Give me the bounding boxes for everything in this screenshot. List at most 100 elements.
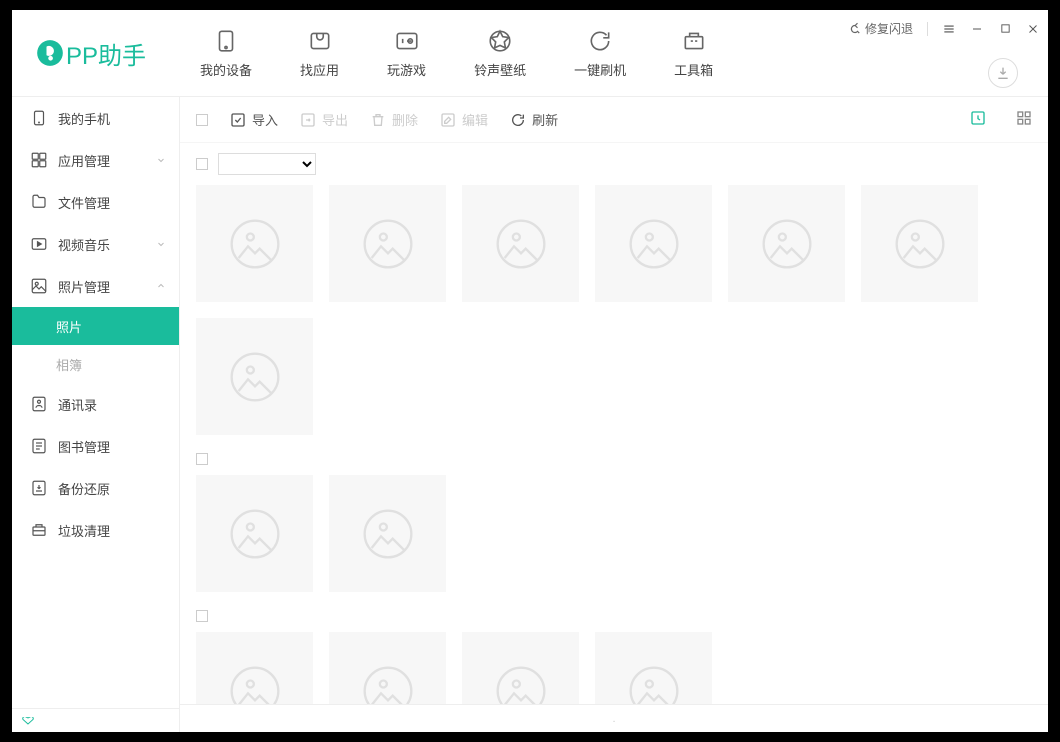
sidebar-icon <box>30 235 48 253</box>
sidebar-footer <box>12 708 179 732</box>
nav-tab-2[interactable]: 玩游戏 <box>387 28 426 79</box>
thumb-row-1 <box>196 475 1032 600</box>
delete-label: 删除 <box>392 110 418 129</box>
logo-text: PP助手 <box>66 36 146 71</box>
maximize-button[interactable] <box>998 22 1012 36</box>
nav-icon <box>487 28 513 54</box>
chevron-icon <box>155 238 167 250</box>
minimize-button[interactable] <box>970 22 984 36</box>
nav-tab-0[interactable]: 我的设备 <box>200 28 252 79</box>
sidebar-item-1[interactable]: 应用管理 <box>12 139 179 181</box>
group-checkbox[interactable] <box>196 158 208 170</box>
group-select[interactable] <box>218 153 316 175</box>
status-text: . <box>612 713 615 725</box>
nav-tab-4[interactable]: 一键刷机 <box>574 28 626 79</box>
photo-thumb[interactable] <box>595 632 712 704</box>
refresh-button[interactable]: 刷新 <box>510 110 558 129</box>
sidebar-sub-4-1[interactable]: 相簿 <box>12 345 179 383</box>
photo-thumb[interactable] <box>462 185 579 302</box>
nav-icon <box>681 28 707 54</box>
group-checkbox[interactable] <box>196 610 208 622</box>
sidebar-sub-4-0[interactable]: 照片 <box>12 307 179 345</box>
sidebar-label: 垃圾清理 <box>58 521 110 540</box>
nav-tab-3[interactable]: 铃声壁纸 <box>474 28 526 79</box>
image-placeholder-icon <box>360 506 416 562</box>
sidebar-item-6[interactable]: 图书管理 <box>12 425 179 467</box>
grid-icon <box>1016 110 1032 126</box>
sidebar-icon <box>30 395 48 413</box>
chevron-icon <box>155 280 167 292</box>
main-content: 导入 导出 删除 编辑 刷新 <box>180 97 1048 732</box>
view-grid-button[interactable] <box>1016 110 1032 129</box>
image-placeholder-icon <box>227 216 283 272</box>
refresh-label: 刷新 <box>532 110 558 129</box>
import-button[interactable]: 导入 <box>230 110 278 129</box>
chevron-icon <box>155 154 167 166</box>
image-placeholder-icon <box>626 663 682 705</box>
image-placeholder-icon <box>227 663 283 705</box>
view-time-button[interactable] <box>970 110 986 129</box>
export-button: 导出 <box>300 110 348 129</box>
select-all-checkbox[interactable] <box>196 114 208 126</box>
photo-content <box>180 143 1048 704</box>
export-icon <box>300 112 316 128</box>
image-placeholder-icon <box>892 216 948 272</box>
nav-icon <box>394 28 420 54</box>
export-label: 导出 <box>322 110 348 129</box>
repair-crash[interactable]: 修复闪退 <box>847 20 913 37</box>
sidebar-item-0[interactable]: 我的手机 <box>12 97 179 139</box>
sidebar-item-2[interactable]: 文件管理 <box>12 181 179 223</box>
sidebar-item-8[interactable]: 垃圾清理 <box>12 509 179 551</box>
sidebar-item-5[interactable]: 通讯录 <box>12 383 179 425</box>
nav-label: 我的设备 <box>200 60 252 79</box>
downloads-button[interactable] <box>988 58 1018 88</box>
sidebar-icon <box>30 437 48 455</box>
clock-icon <box>970 110 986 126</box>
group-checkbox[interactable] <box>196 453 208 465</box>
photo-thumb[interactable] <box>861 185 978 302</box>
image-placeholder-icon <box>626 216 682 272</box>
sidebar-icon <box>30 151 48 169</box>
app-logo: PP助手 <box>36 36 146 71</box>
group-header-2 <box>196 600 1032 632</box>
delete-icon <box>370 112 386 128</box>
titlebar-separator <box>927 22 928 36</box>
image-placeholder-icon <box>227 506 283 562</box>
sidebar-label: 文件管理 <box>58 193 110 212</box>
photo-thumb[interactable] <box>595 185 712 302</box>
sidebar-item-3[interactable]: 视频音乐 <box>12 223 179 265</box>
sidebar-sub-label: 相簿 <box>56 355 82 374</box>
image-placeholder-icon <box>360 216 416 272</box>
nav-tab-1[interactable]: 找应用 <box>300 28 339 79</box>
sidebar-icon <box>30 109 48 127</box>
image-placeholder-icon <box>759 216 815 272</box>
image-placeholder-icon <box>493 216 549 272</box>
sidebar-icon <box>30 277 48 295</box>
sidebar-icon <box>30 521 48 539</box>
photo-thumb[interactable] <box>196 318 313 435</box>
menu-button[interactable] <box>942 22 956 36</box>
sidebar-label: 我的手机 <box>58 109 110 128</box>
photo-thumb[interactable] <box>196 185 313 302</box>
sidebar-label: 备份还原 <box>58 479 110 498</box>
nav-label: 找应用 <box>300 60 339 79</box>
photo-thumb[interactable] <box>196 475 313 592</box>
nav-tab-5[interactable]: 工具箱 <box>674 28 713 79</box>
photo-thumb[interactable] <box>728 185 845 302</box>
sidebar-label: 图书管理 <box>58 437 110 456</box>
photo-thumb[interactable] <box>329 475 446 592</box>
nav-label: 铃声壁纸 <box>474 60 526 79</box>
heart-icon <box>22 717 34 725</box>
photo-thumb[interactable] <box>462 632 579 704</box>
close-button[interactable] <box>1026 22 1040 36</box>
nav-icon <box>587 28 613 54</box>
logo-icon <box>36 39 64 67</box>
nav-label: 一键刷机 <box>574 60 626 79</box>
sidebar-item-7[interactable]: 备份还原 <box>12 467 179 509</box>
image-placeholder-icon <box>360 663 416 705</box>
photo-thumb[interactable] <box>329 185 446 302</box>
sidebar-item-4[interactable]: 照片管理 <box>12 265 179 307</box>
nav-icon <box>213 28 239 54</box>
photo-thumb[interactable] <box>329 632 446 704</box>
photo-thumb[interactable] <box>196 632 313 704</box>
